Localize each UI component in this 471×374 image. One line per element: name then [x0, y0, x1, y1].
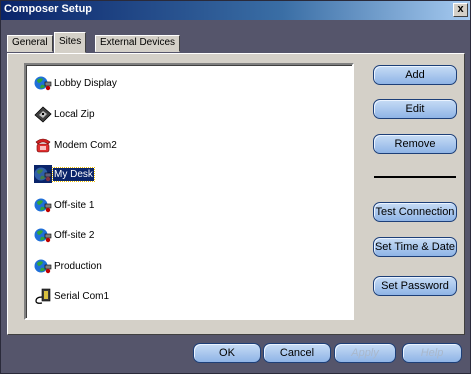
globe-network-icon [34, 198, 52, 213]
site-label: Serial Com1 [54, 290, 110, 302]
site-item-off-site-1[interactable]: Off-site 1 [34, 195, 95, 215]
site-label: Production [54, 260, 102, 272]
site-label: My Desk [52, 166, 95, 182]
window-title: Composer Setup [4, 3, 93, 15]
tab-external-devices[interactable]: External Devices [95, 35, 181, 52]
composer-setup-dialog: Composer Setup x General Sites External … [0, 0, 471, 374]
site-list[interactable]: Lobby Display Local Zip Modem Com2 My De… [24, 63, 354, 320]
edit-button[interactable]: Edit [373, 99, 457, 119]
site-item-modem-com2[interactable]: Modem Com2 [34, 135, 118, 155]
button-separator [374, 176, 456, 178]
close-icon[interactable]: x [453, 3, 468, 17]
site-label: Lobby Display [54, 77, 117, 89]
help-button[interactable]: Help [402, 343, 462, 363]
test-connection-button[interactable]: Test Connection [373, 202, 457, 222]
zip-disk-icon [34, 106, 52, 123]
site-item-lobby-display[interactable]: Lobby Display [34, 73, 118, 93]
site-item-off-site-2[interactable]: Off-site 2 [34, 225, 95, 245]
globe-network-icon [34, 165, 52, 183]
telephone-modem-icon [35, 138, 51, 153]
site-label: Off-site 1 [54, 199, 95, 211]
site-item-serial-com1[interactable]: Serial Com1 [34, 286, 110, 306]
ok-button[interactable]: OK [193, 343, 261, 363]
globe-network-icon [34, 228, 52, 243]
apply-button[interactable]: Apply [334, 343, 396, 363]
site-item-my-desk[interactable]: My Desk [34, 164, 95, 184]
globe-network-icon [34, 76, 52, 91]
globe-network-icon [34, 259, 52, 274]
tab-general[interactable]: General [7, 35, 53, 52]
cancel-button[interactable]: Cancel [263, 343, 331, 363]
set-password-button[interactable]: Set Password [373, 276, 457, 296]
remove-button[interactable]: Remove [373, 134, 457, 154]
site-item-production[interactable]: Production [34, 256, 103, 276]
site-label: Local Zip [54, 108, 95, 120]
set-time-date-button[interactable]: Set Time & Date [373, 237, 457, 257]
serial-cable-icon [35, 288, 51, 304]
site-label: Modem Com2 [54, 139, 117, 151]
title-bar[interactable]: Composer Setup x [1, 1, 470, 20]
site-label: Off-site 2 [54, 229, 95, 241]
site-item-local-zip[interactable]: Local Zip [34, 104, 96, 124]
add-button[interactable]: Add [373, 65, 457, 85]
tab-sites[interactable]: Sites [54, 32, 87, 53]
